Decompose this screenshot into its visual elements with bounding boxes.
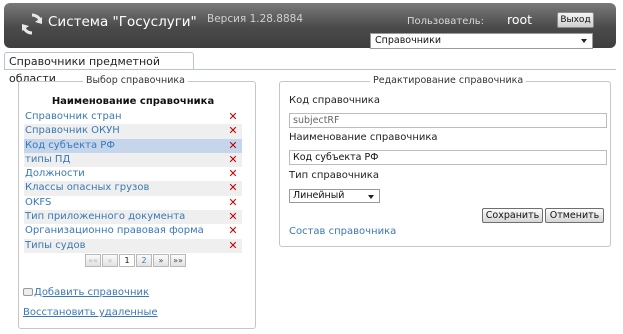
table-row[interactable]: OKFS ✕ bbox=[24, 196, 242, 210]
table-row[interactable]: Организационно правовая форма ✕ bbox=[24, 224, 242, 238]
user-name: root bbox=[507, 12, 533, 27]
delete-x-icon[interactable]: ✕ bbox=[227, 167, 239, 181]
add-reference-link[interactable]: Добавить справочник bbox=[23, 287, 149, 298]
version-label: Версия 1.28.8884 bbox=[207, 13, 304, 25]
pager-first-button[interactable]: «« bbox=[85, 254, 101, 267]
delete-x-icon[interactable]: ✕ bbox=[227, 181, 239, 195]
app-header: Система "Госуслуги" Версия 1.28.8884 Пол… bbox=[4, 3, 616, 49]
table-row[interactable]: Типы судов ✕ bbox=[24, 238, 242, 253]
section-select-value: Справочники bbox=[375, 35, 442, 46]
table-row[interactable]: Справочник стран ✕ bbox=[24, 110, 242, 124]
chevron-down-icon bbox=[368, 195, 374, 199]
reference-table: Наименование справочника Справочник стра… bbox=[24, 93, 242, 253]
delete-x-icon[interactable]: ✕ bbox=[227, 224, 239, 238]
name-field[interactable]: Код субъекта РФ bbox=[289, 150, 607, 165]
pager-next-button[interactable]: » bbox=[153, 254, 169, 267]
pager-page-1[interactable]: 1 bbox=[119, 254, 135, 267]
pager-page-2[interactable]: 2 bbox=[136, 254, 152, 267]
tab-divider bbox=[4, 69, 616, 70]
section-select[interactable]: Справочники bbox=[370, 33, 593, 49]
logout-button[interactable]: Выход bbox=[557, 12, 594, 28]
type-select-value: Линейный bbox=[293, 190, 345, 201]
code-field[interactable]: subjectRF bbox=[289, 113, 607, 128]
row-name[interactable]: Организационно правовая форма bbox=[25, 225, 204, 236]
chevron-down-icon bbox=[581, 39, 587, 43]
refresh-arrows-icon bbox=[22, 13, 42, 35]
composition-link[interactable]: Состав справочника bbox=[289, 226, 396, 237]
table-row[interactable]: Код субъекта РФ ✕ bbox=[24, 138, 242, 153]
row-name[interactable]: Справочник ОКУН bbox=[25, 125, 120, 136]
table-row[interactable]: типы ПД ✕ bbox=[24, 152, 242, 168]
row-name[interactable]: Классы опасных грузов bbox=[25, 182, 149, 193]
table-row[interactable]: Справочник ОКУН ✕ bbox=[24, 124, 242, 139]
row-name[interactable]: Типы судов bbox=[25, 240, 86, 251]
table-row[interactable]: Классы опасных грузов ✕ bbox=[24, 181, 242, 196]
type-select[interactable]: Линейный bbox=[289, 189, 380, 203]
delete-x-icon[interactable]: ✕ bbox=[227, 153, 239, 167]
row-name[interactable]: OKFS bbox=[25, 197, 51, 208]
table-row[interactable]: Должности ✕ bbox=[24, 167, 242, 181]
row-name[interactable]: Тип приложенного документа bbox=[25, 211, 185, 222]
row-name[interactable]: типы ПД bbox=[25, 154, 70, 165]
code-label: Код справочника bbox=[289, 95, 380, 106]
row-name[interactable]: Должности bbox=[25, 168, 85, 179]
restore-deleted-link[interactable]: Восстановить удаленные bbox=[23, 307, 158, 318]
delete-x-icon[interactable]: ✕ bbox=[227, 110, 239, 124]
table-column-header: Наименование справочника bbox=[51, 96, 215, 107]
delete-x-icon[interactable]: ✕ bbox=[227, 139, 239, 153]
pager-last-button[interactable]: »» bbox=[170, 254, 186, 267]
panel-legend: Редактирование справочника bbox=[370, 75, 527, 87]
add-reference-label[interactable]: Добавить справочник bbox=[34, 287, 149, 298]
name-label: Наименование справочника bbox=[289, 132, 438, 143]
delete-x-icon[interactable]: ✕ bbox=[227, 210, 239, 224]
save-button[interactable]: Сохранить bbox=[482, 208, 543, 223]
row-name[interactable]: Справочник стран bbox=[25, 111, 122, 122]
pager: «« « 1 2 » »» bbox=[85, 254, 186, 267]
cancel-button[interactable]: Отменить bbox=[545, 208, 604, 223]
select-reference-panel: Выбор справочника Наименование справочни… bbox=[18, 75, 256, 329]
type-label: Тип справочника bbox=[289, 170, 379, 181]
app-title: Система "Госуслуги" bbox=[48, 14, 197, 30]
add-document-icon bbox=[23, 288, 33, 296]
edit-reference-panel: Редактирование справочника Код справочни… bbox=[279, 75, 611, 247]
delete-x-icon[interactable]: ✕ bbox=[227, 239, 239, 253]
pager-prev-button[interactable]: « bbox=[102, 254, 118, 267]
user-label: Пользователь: bbox=[407, 16, 485, 27]
row-name[interactable]: Код субъекта РФ bbox=[25, 140, 115, 151]
panel-legend: Выбор справочника bbox=[83, 75, 188, 87]
table-row[interactable]: Тип приложенного документа ✕ bbox=[24, 210, 242, 225]
delete-x-icon[interactable]: ✕ bbox=[227, 196, 239, 210]
tab-reference-books[interactable]: Справочники предметной области bbox=[4, 52, 194, 85]
delete-x-icon[interactable]: ✕ bbox=[227, 124, 239, 138]
